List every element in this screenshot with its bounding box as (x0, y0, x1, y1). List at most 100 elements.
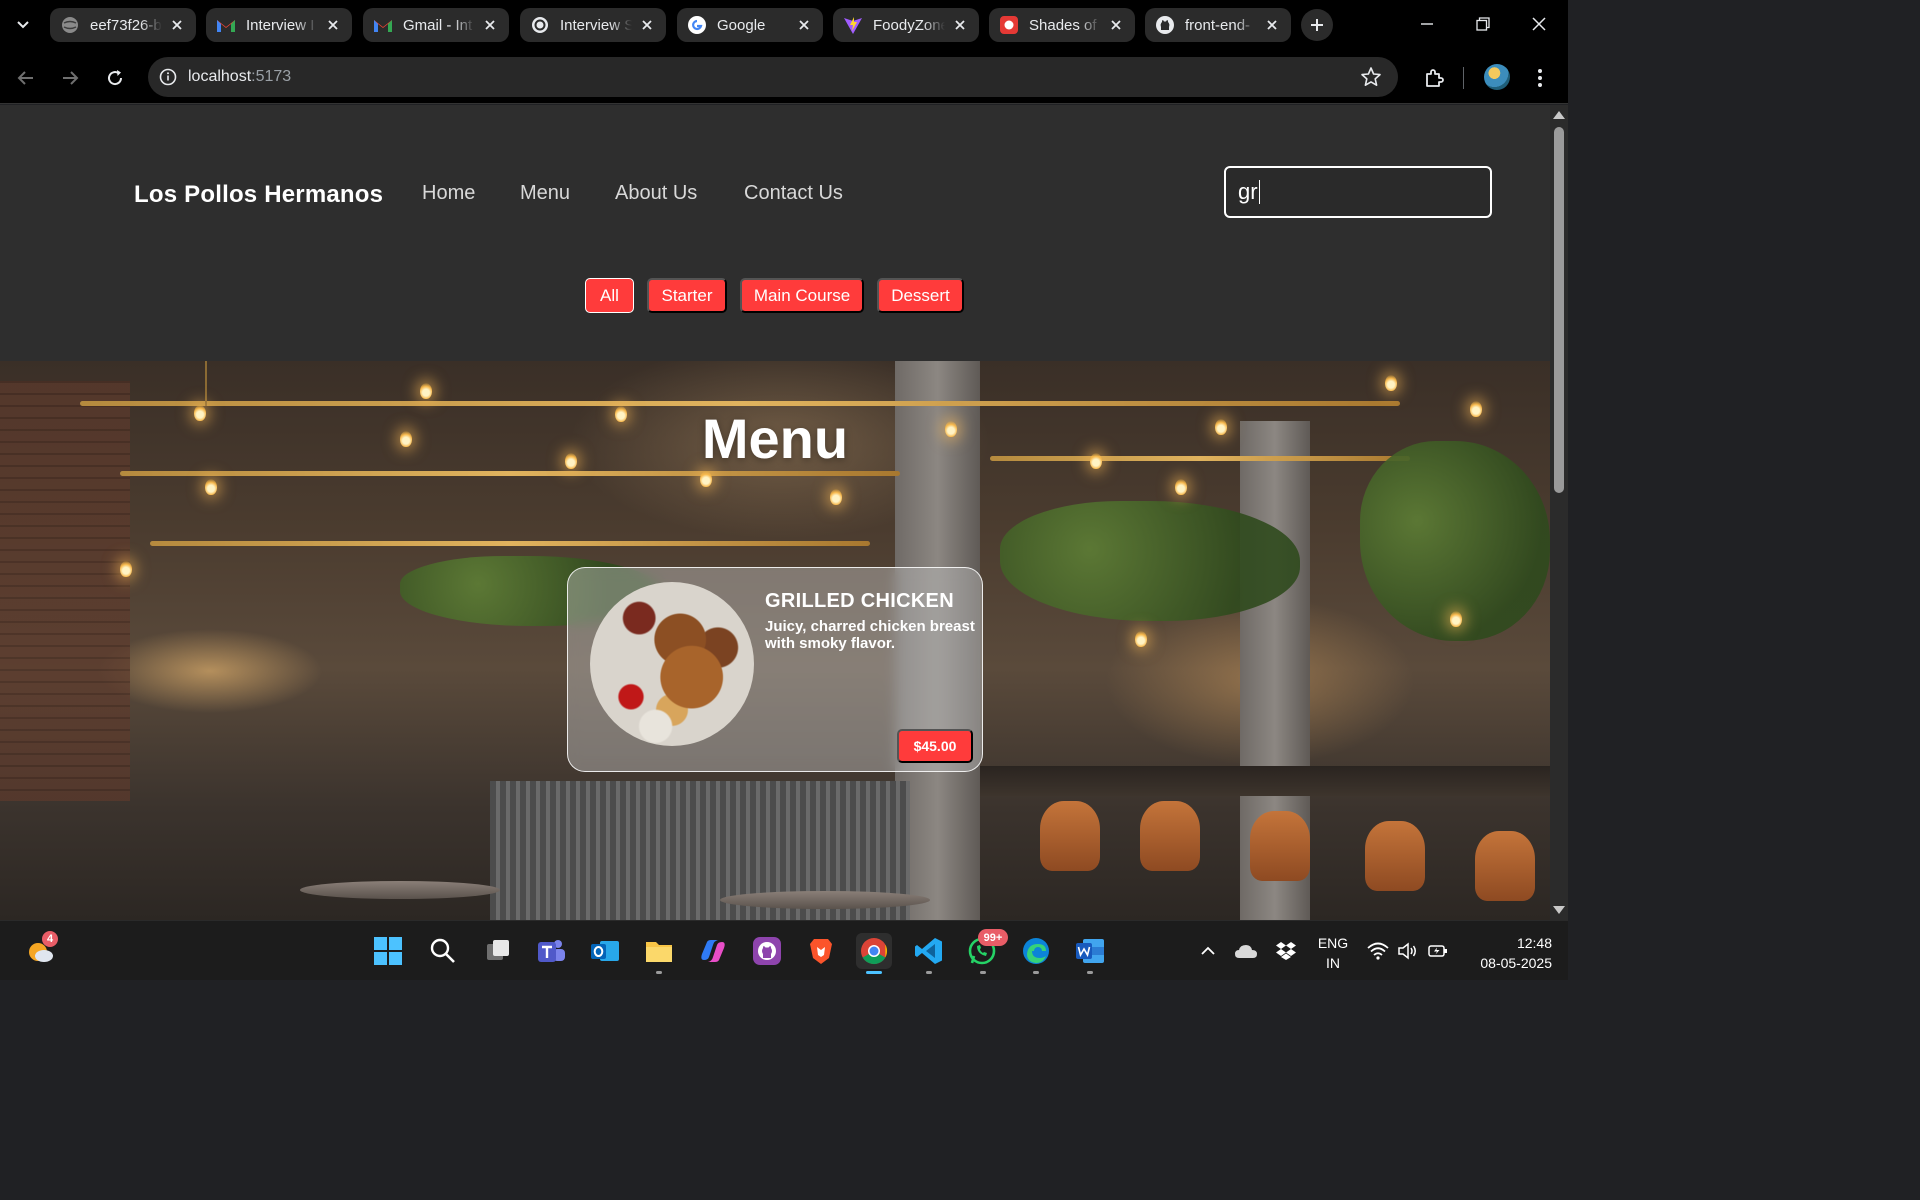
site-info-icon[interactable] (148, 57, 188, 97)
light-bulb (1385, 375, 1397, 391)
menu-item-price-button[interactable]: $45.00 (897, 729, 973, 763)
menu-item-card[interactable]: GRILLED CHICKEN Juicy, charred chicken b… (567, 567, 983, 772)
tab-search-chevron-icon[interactable] (8, 10, 38, 40)
hero-background-restaurant-image: Menu GRILLED CHICKEN Juicy, charred chic… (0, 361, 1550, 920)
search-input-value: gr (1238, 179, 1258, 204)
weather-badge: 4 (42, 931, 58, 947)
forward-button[interactable] (54, 62, 86, 94)
browser-menu-icon[interactable] (1527, 64, 1553, 92)
active-app-indicator (866, 971, 882, 974)
profile-avatar[interactable] (1484, 64, 1510, 90)
search-input[interactable]: gr (1224, 166, 1492, 218)
scroll-up-arrow-icon[interactable] (1553, 111, 1565, 119)
tab-title: Interview I (246, 16, 315, 34)
brave-browser-icon[interactable] (803, 933, 839, 969)
new-tab-button[interactable] (1301, 9, 1333, 41)
scroll-down-arrow-icon[interactable] (1553, 906, 1565, 914)
dropbox-icon[interactable] (1268, 933, 1304, 969)
chevron-up-icon[interactable] (1190, 933, 1226, 969)
windows-start-icon[interactable] (370, 933, 406, 969)
browser-tab[interactable]: Interview S (520, 8, 666, 42)
browser-tab[interactable]: Shades of (989, 8, 1135, 42)
toolbar-divider (1463, 67, 1464, 89)
light-bulb (1135, 631, 1147, 647)
close-window-button[interactable] (1511, 0, 1567, 48)
outlook-icon[interactable] (587, 933, 623, 969)
back-button[interactable] (10, 62, 42, 94)
minimize-button[interactable] (1399, 0, 1455, 48)
battery-charging-icon[interactable] (1420, 933, 1456, 969)
clock[interactable]: 12:48 08-05-2025 (1462, 933, 1552, 973)
task-view-icon[interactable] (480, 933, 516, 969)
grilled-chicken-food-image (590, 582, 754, 746)
close-tab-icon[interactable] (481, 16, 499, 34)
extensions-puzzle-icon[interactable] (1418, 62, 1450, 94)
vscode-icon[interactable] (911, 933, 947, 969)
site-header: Los Pollos Hermanos Home Menu About Us C… (0, 105, 1550, 361)
text-caret (1258, 180, 1261, 204)
search-icon[interactable] (425, 933, 461, 969)
browser-tab[interactable]: front-end- (1145, 8, 1291, 42)
browser-tab[interactable]: eef73f26-b (50, 8, 196, 42)
gmail-icon (216, 15, 236, 35)
nav-link-about-us[interactable]: About Us (615, 182, 697, 205)
browser-tab[interactable]: Interview I (206, 8, 352, 42)
running-indicator (1033, 971, 1039, 974)
nav-link-contact-us[interactable]: Contact Us (744, 182, 843, 205)
browser-tab[interactable]: FoodyZone (833, 8, 979, 42)
language-indicator[interactable]: ENG IN (1312, 933, 1354, 973)
forward-arrow-icon (63, 71, 79, 85)
word-icon[interactable] (1072, 933, 1108, 969)
tab-title: eef73f26-b (90, 16, 162, 34)
onedrive-cloud-icon[interactable] (1228, 933, 1264, 969)
light-bulb (120, 561, 132, 577)
copilot-icon[interactable] (695, 933, 731, 969)
bar-stool (1040, 801, 1100, 871)
close-tab-icon[interactable] (795, 16, 813, 34)
close-tab-icon[interactable] (1263, 16, 1281, 34)
file-explorer-icon[interactable] (641, 933, 677, 969)
running-indicator (980, 971, 986, 974)
browser-tab-strip: eef73f26-b Interview I Gmail - Int Inter… (0, 0, 1568, 52)
hanging-plants (1000, 501, 1300, 621)
page-scrollbar[interactable] (1550, 105, 1568, 920)
filter-button-dessert[interactable]: Dessert (877, 278, 964, 313)
menu-item-name: GRILLED CHICKEN (765, 590, 954, 612)
browser-toolbar: localhost:5173 (0, 52, 1568, 104)
tab-title: Google (717, 16, 766, 34)
light-bulb (830, 489, 842, 505)
nav-link-menu[interactable]: Menu (520, 182, 570, 205)
light-bulb (1175, 479, 1187, 495)
edge-icon[interactable] (1018, 933, 1054, 969)
bookmark-star-icon[interactable] (1360, 66, 1382, 93)
minimize-icon (1421, 23, 1433, 25)
filter-button-all[interactable]: All (585, 278, 634, 313)
tab-title: Gmail - Int (403, 16, 473, 34)
region-code: IN (1326, 955, 1340, 971)
close-icon (1532, 17, 1546, 31)
site-brand[interactable]: Los Pollos Hermanos (134, 181, 383, 209)
whatsapp-icon[interactable]: 99+ (964, 929, 1008, 969)
close-tab-icon[interactable] (168, 16, 186, 34)
github-desktop-icon[interactable] (749, 933, 785, 969)
close-tab-icon[interactable] (1107, 16, 1125, 34)
reload-button[interactable] (99, 62, 131, 94)
running-indicator (656, 971, 662, 974)
browser-tab[interactable]: Google (677, 8, 823, 42)
round-table (300, 881, 500, 899)
close-tab-icon[interactable] (951, 16, 969, 34)
weather-widget-icon[interactable]: 4 (22, 931, 58, 969)
chrome-icon[interactable] (856, 933, 892, 969)
teams-icon[interactable] (533, 933, 569, 969)
filter-button-starter[interactable]: Starter (647, 278, 727, 313)
restore-button[interactable] (1455, 0, 1511, 48)
browser-tab[interactable]: Gmail - Int (363, 8, 509, 42)
light-bulb (420, 383, 432, 399)
filter-button-main-course[interactable]: Main Course (740, 278, 864, 313)
running-indicator (1087, 971, 1093, 974)
close-tab-icon[interactable] (324, 16, 342, 34)
nav-link-home[interactable]: Home (422, 182, 475, 205)
scroll-thumb[interactable] (1554, 127, 1564, 493)
address-bar[interactable]: localhost:5173 (148, 57, 1398, 97)
close-tab-icon[interactable] (638, 16, 656, 34)
